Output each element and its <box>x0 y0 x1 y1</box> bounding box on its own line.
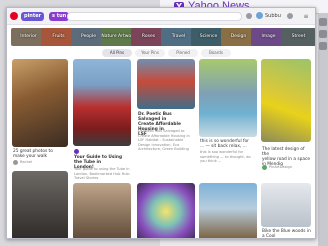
scroll-strip[interactable] <box>318 14 328 246</box>
pin-author: Rachel <box>20 160 33 164</box>
pin-image[interactable] <box>261 183 311 227</box>
pin-author-avatar <box>262 165 267 170</box>
tab-boards[interactable]: Boards <box>201 49 231 57</box>
category-tile[interactable]: Street <box>281 28 315 46</box>
pin-image[interactable] <box>73 183 131 238</box>
pin-author-avatar <box>74 149 79 154</box>
pin-description: Dr Poetic Bus Salvaged to Create Afforda… <box>138 129 190 151</box>
pin-image[interactable] <box>137 59 195 109</box>
strip-button-icon[interactable] <box>319 42 327 50</box>
avatar[interactable] <box>256 12 263 19</box>
tab-your-pins[interactable]: Your Pins <box>135 49 165 57</box>
pin-image[interactable] <box>199 183 257 238</box>
pin-description: this is soo wonderful for something — to… <box>200 150 251 163</box>
pin-author-avatar <box>13 160 18 165</box>
user-name[interactable]: Subbu <box>265 12 281 21</box>
tab-all-pins[interactable]: All Pins <box>102 49 132 57</box>
pin-image[interactable] <box>261 59 311 142</box>
search-input[interactable] <box>67 12 242 21</box>
address-pill[interactable]: pinter <box>21 12 45 21</box>
top-bar: pinter s tun Subbu ≡ <box>7 8 315 25</box>
strip-button-icon[interactable] <box>319 30 327 38</box>
pin-caption[interactable]: 25 great photos to make your walk <box>13 149 68 159</box>
pin-image[interactable] <box>12 171 68 238</box>
pin-image[interactable] <box>199 59 257 137</box>
strip-button-icon[interactable] <box>319 18 327 26</box>
pin-grid: 25 great photos to make your walk Rachel… <box>7 59 315 238</box>
notification-icon[interactable] <box>246 13 252 19</box>
pin-image[interactable] <box>12 59 68 147</box>
message-icon[interactable] <box>287 13 293 19</box>
pinterest-logo-icon[interactable] <box>10 12 18 20</box>
pin-caption[interactable]: Bike the Blue woods in a Cool Timelapse … <box>262 229 312 238</box>
browser-window: pinter s tun Subbu ≡ Interior Fruits Peo… <box>6 7 316 239</box>
pin-caption[interactable]: this is so wonderful for ... — sit back … <box>200 139 257 149</box>
pin-image[interactable] <box>137 183 195 238</box>
menu-icon[interactable]: ≡ <box>301 12 311 21</box>
category-strip: Interior Fruits People Nature Artwork Ro… <box>9 28 315 46</box>
tab-pinned[interactable]: Pinned <box>168 49 198 57</box>
pin-caption[interactable]: The latest design of the yellow road in … <box>262 147 312 167</box>
pin-image[interactable] <box>73 59 131 146</box>
pin-description: Your guide to using the Tube in London. … <box>74 167 131 180</box>
desktop: Y Yahoo News pinter s tun Subbu ≡ Interi… <box>0 0 328 246</box>
pin-author: PinArtDesign <box>269 165 293 169</box>
